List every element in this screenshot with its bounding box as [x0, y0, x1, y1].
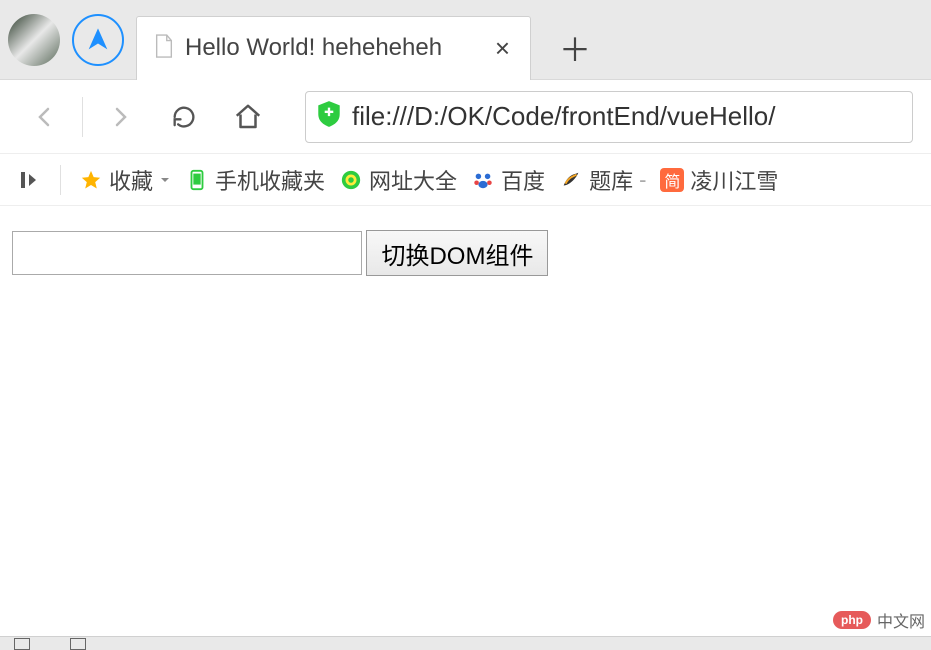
page-icon [153, 33, 175, 64]
devtools-toggle-icon[interactable] [14, 638, 30, 650]
url-bar[interactable]: file:///D:/OK/Code/frontEnd/vueHello/ [305, 91, 913, 143]
bottom-bar [0, 636, 931, 650]
page-content: 切换DOM组件 [0, 206, 931, 300]
tab-active[interactable]: Hello World! heheheheh × [136, 16, 531, 80]
toggle-dom-button[interactable]: 切换DOM组件 [366, 230, 548, 276]
new-tab-button[interactable]: ＋ [543, 16, 607, 80]
watermark-text: 中文网 [877, 608, 925, 632]
nav-separator [82, 97, 83, 137]
watermark: php 中文网 [833, 608, 925, 632]
tab-title: Hello World! heheheheh [185, 34, 481, 62]
devtools-dock-icon[interactable] [70, 638, 86, 650]
compass-icon[interactable] [72, 14, 124, 66]
back-button[interactable] [18, 90, 72, 144]
baidu-label: 百度 [501, 164, 545, 196]
php-badge-icon: php [833, 611, 871, 629]
shield-icon [316, 99, 342, 134]
tiku-label: 题库 [589, 164, 633, 196]
lingchuan-item[interactable]: 简 凌川江雪 [660, 164, 778, 196]
close-icon[interactable]: × [491, 33, 514, 64]
home-button[interactable] [221, 90, 275, 144]
swoosh-icon [559, 168, 583, 192]
lingchuan-label: 凌川江雪 [690, 164, 778, 196]
paw-icon [471, 168, 495, 192]
mobile-favorites-label: 手机收藏夹 [215, 164, 325, 196]
site-directory-item[interactable]: 网址大全 [339, 164, 457, 196]
sidebar-toggle-button[interactable] [18, 168, 42, 192]
favorites-item[interactable]: 收藏 [79, 164, 171, 196]
tiku-item[interactable]: 题库 - [559, 164, 646, 196]
refresh-button[interactable] [157, 90, 211, 144]
bookmark-separator [60, 165, 61, 195]
text-input[interactable] [12, 231, 362, 275]
url-text: file:///D:/OK/Code/frontEnd/vueHello/ [352, 101, 775, 132]
jian-icon: 简 [660, 168, 684, 192]
globe-ball-icon [339, 168, 363, 192]
titlebar: Hello World! heheheheh × ＋ [0, 0, 931, 80]
navbar: file:///D:/OK/Code/frontEnd/vueHello/ [0, 80, 931, 154]
phone-icon [185, 168, 209, 192]
tiku-suffix: - [639, 167, 646, 193]
star-icon [79, 168, 103, 192]
mobile-favorites-item[interactable]: 手机收藏夹 [185, 164, 325, 196]
forward-button[interactable] [93, 90, 147, 144]
chevron-down-icon [159, 174, 171, 186]
site-directory-label: 网址大全 [369, 164, 457, 196]
bookmark-bar: 收藏 手机收藏夹 网址大全 百度 题库 - 简 凌川江雪 [0, 154, 931, 206]
avatar[interactable] [8, 14, 60, 66]
baidu-item[interactable]: 百度 [471, 164, 545, 196]
favorites-label: 收藏 [109, 164, 153, 196]
